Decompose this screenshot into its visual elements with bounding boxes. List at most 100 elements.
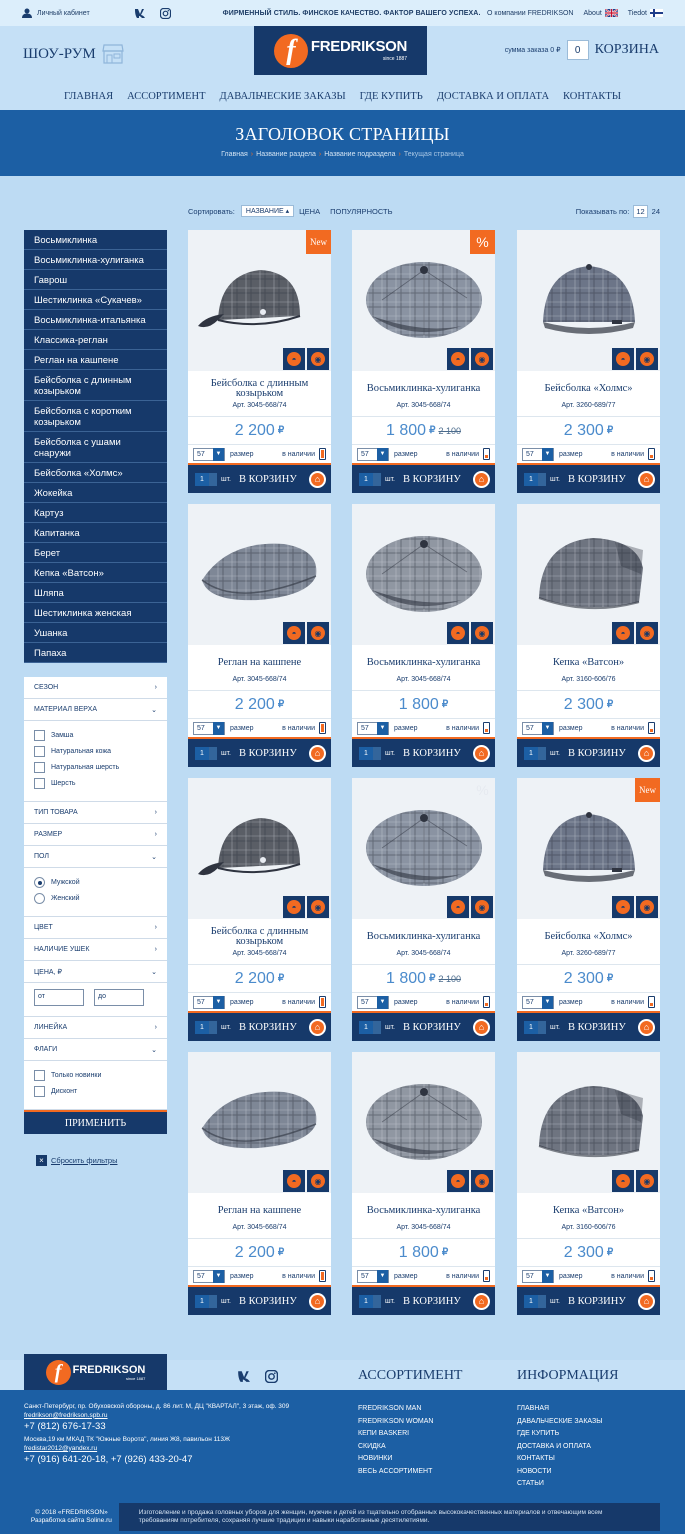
category-item[interactable]: Папаха [24, 643, 167, 663]
product-card[interactable]: ◓ ◉ Восьмиклинка-хулиганка Арт. 3045-668… [352, 504, 495, 767]
view-hat-button[interactable]: ◓ [283, 1170, 305, 1192]
view-hat-button[interactable]: ◓ [447, 1170, 469, 1192]
quantity-stepper[interactable] [538, 1294, 546, 1308]
category-item[interactable]: Восьмиклинка-итальянка [24, 310, 167, 330]
category-item[interactable]: Бейсболка с коротким козырьком [24, 401, 167, 432]
instagram-icon[interactable] [265, 1370, 278, 1383]
radio-female[interactable]: Женский [34, 892, 157, 904]
category-item[interactable]: Капитанка [24, 523, 167, 543]
logo[interactable]: f FREDRIKSON since 1887 [254, 26, 427, 75]
phone-msk[interactable]: +7 (916) 641-20-18, +7 (926) 433-20-47 [24, 1453, 289, 1466]
product-card[interactable]: New ◓ ◉ Бейсболка «Холмс» Арт. 3260-689/… [517, 778, 660, 1041]
checkbox-leather[interactable]: Натуральная кожа [34, 745, 157, 757]
basket-icon[interactable]: ⌂ [473, 1018, 490, 1036]
basket-icon[interactable]: ⌂ [638, 470, 655, 488]
about-link[interactable]: About [584, 9, 618, 17]
quantity-stepper[interactable] [373, 746, 381, 760]
size-select[interactable]: 57 ▼ [193, 721, 225, 735]
footer-link[interactable]: НОВОСТИ [517, 1466, 602, 1479]
filter-season[interactable]: СЕЗОН › [24, 677, 167, 699]
category-item[interactable]: Гаврош [24, 270, 167, 290]
basket-icon[interactable]: ⌂ [473, 1292, 490, 1310]
nav-where-to-buy[interactable]: ГДЕ КУПИТЬ [360, 91, 423, 102]
reset-filters-link[interactable]: × Сбросить фильтры [36, 1155, 117, 1166]
size-select[interactable]: 57 ▼ [357, 447, 389, 461]
product-card[interactable]: % ◓ ◉ Восьмиклинка-хулиганка Арт. 3045-6… [352, 230, 495, 493]
size-select[interactable]: 57 ▼ [357, 995, 389, 1009]
basket-icon[interactable]: ⌂ [309, 744, 326, 762]
footer-link[interactable]: КОНТАКТЫ [517, 1453, 602, 1466]
filter-material[interactable]: МАТЕРИАЛ ВЕРХА ⌄ [24, 699, 167, 721]
category-item[interactable]: Жокейка [24, 483, 167, 503]
quantity-input[interactable]: 1 [195, 746, 209, 760]
category-item[interactable]: Кепка «Ватсон» [24, 563, 167, 583]
sort-by-name[interactable]: НАЗВАНИЕ ▴ [240, 205, 295, 217]
product-card[interactable]: ◓ ◉ Восьмиклинка-хулиганка Арт. 3045-668… [352, 1052, 495, 1315]
add-to-cart-button[interactable]: В КОРЗИНУ [568, 1296, 626, 1307]
basket-icon[interactable]: ⌂ [638, 744, 655, 762]
photo-button[interactable]: ◉ [307, 348, 329, 370]
sort-by-popularity[interactable]: ПОПУЛЯРНОСТЬ [330, 207, 392, 216]
basket-icon[interactable]: ⌂ [638, 1018, 655, 1036]
photo-button[interactable]: ◉ [636, 622, 658, 644]
quantity-input[interactable]: 1 [195, 1294, 209, 1308]
photo-button[interactable]: ◉ [307, 622, 329, 644]
category-item[interactable]: Картуз [24, 503, 167, 523]
view-hat-button[interactable]: ◓ [447, 348, 469, 370]
product-name[interactable]: Бейсболка «Холмс» [521, 375, 656, 402]
photo-button[interactable]: ◉ [636, 348, 658, 370]
product-card[interactable]: ◓ ◉ Бейсболка с длинным козырьком Арт. 3… [188, 778, 331, 1041]
quantity-input[interactable]: 1 [524, 1294, 538, 1308]
footer-link[interactable]: ГДЕ КУПИТЬ [517, 1428, 602, 1441]
category-item[interactable]: Бейсболка с ушами снаружи [24, 432, 167, 463]
product-card[interactable]: % ◓ ◉ Восьмиклинка-хулиганка Арт. 3045-6… [352, 778, 495, 1041]
footer-link[interactable]: FREDRIKSON MAN [358, 1403, 433, 1416]
price-to-input[interactable]: до [94, 989, 144, 1006]
photo-button[interactable]: ◉ [471, 1170, 493, 1192]
personal-cabinet-link[interactable]: Личный кабинет [22, 8, 90, 18]
add-to-cart-button[interactable]: В КОРЗИНУ [239, 748, 297, 759]
about-company-link[interactable]: О компании FREDRIKSON [487, 10, 573, 17]
filter-gender[interactable]: ПОЛ ⌄ [24, 846, 167, 868]
footer-link[interactable]: СКИДКА [358, 1441, 433, 1454]
footer-link[interactable]: FREDRIKSON WOMAN [358, 1416, 433, 1429]
quantity-stepper[interactable] [209, 1294, 217, 1308]
product-name[interactable]: Кепка «Ватсон» [521, 1197, 656, 1224]
footer-link[interactable]: ДОСТАВКА И ОПЛАТА [517, 1441, 602, 1454]
breadcrumb-item[interactable]: Название раздела [256, 151, 316, 158]
photo-button[interactable]: ◉ [636, 896, 658, 918]
basket-icon[interactable]: ⌂ [309, 1292, 326, 1310]
product-name[interactable]: Бейсболка с длинным козырьком [192, 923, 327, 950]
phone-spb[interactable]: +7 (812) 676-17-33 [24, 1420, 289, 1433]
footer-link[interactable]: ГЛАВНАЯ [517, 1403, 602, 1416]
quantity-input[interactable]: 1 [359, 1294, 373, 1308]
nav-custom-orders[interactable]: ДАВАЛЬЧЕСКИЕ ЗАКАЗЫ [220, 91, 346, 102]
quantity-stepper[interactable] [209, 1020, 217, 1034]
size-select[interactable]: 57 ▼ [193, 995, 225, 1009]
product-name[interactable]: Восьмиклинка-хулиганка [356, 375, 491, 402]
filter-color[interactable]: ЦВЕТ › [24, 917, 167, 939]
filter-size[interactable]: РАЗМЕР › [24, 824, 167, 846]
product-name[interactable]: Восьмиклинка-хулиганка [356, 923, 491, 950]
view-hat-button[interactable]: ◓ [447, 896, 469, 918]
quantity-input[interactable]: 1 [359, 472, 373, 486]
add-to-cart-button[interactable]: В КОРЗИНУ [403, 474, 461, 485]
checkbox-only-new[interactable]: Только новинки [34, 1069, 157, 1081]
size-select[interactable]: 57 ▼ [193, 1269, 225, 1283]
product-card[interactable]: New ◓ ◉ Бейсболка с длинным козырьком Ар… [188, 230, 331, 493]
quantity-input[interactable]: 1 [524, 1020, 538, 1034]
quantity-stepper[interactable] [209, 472, 217, 486]
nav-contacts[interactable]: КОНТАКТЫ [563, 91, 621, 102]
per-page-12[interactable]: 12 [633, 204, 648, 218]
footer-link[interactable]: СТАТЬИ [517, 1478, 602, 1491]
photo-button[interactable]: ◉ [307, 896, 329, 918]
vk-icon[interactable] [134, 8, 151, 18]
view-hat-button[interactable]: ◓ [447, 622, 469, 644]
radio-male[interactable]: Мужской [34, 876, 157, 888]
category-item[interactable]: Восьмиклинка [24, 230, 167, 250]
quantity-input[interactable]: 1 [359, 746, 373, 760]
quantity-input[interactable]: 1 [524, 746, 538, 760]
view-hat-button[interactable]: ◓ [612, 348, 634, 370]
checkbox-discount[interactable]: Дисконт [34, 1085, 157, 1097]
add-to-cart-button[interactable]: В КОРЗИНУ [239, 474, 297, 485]
